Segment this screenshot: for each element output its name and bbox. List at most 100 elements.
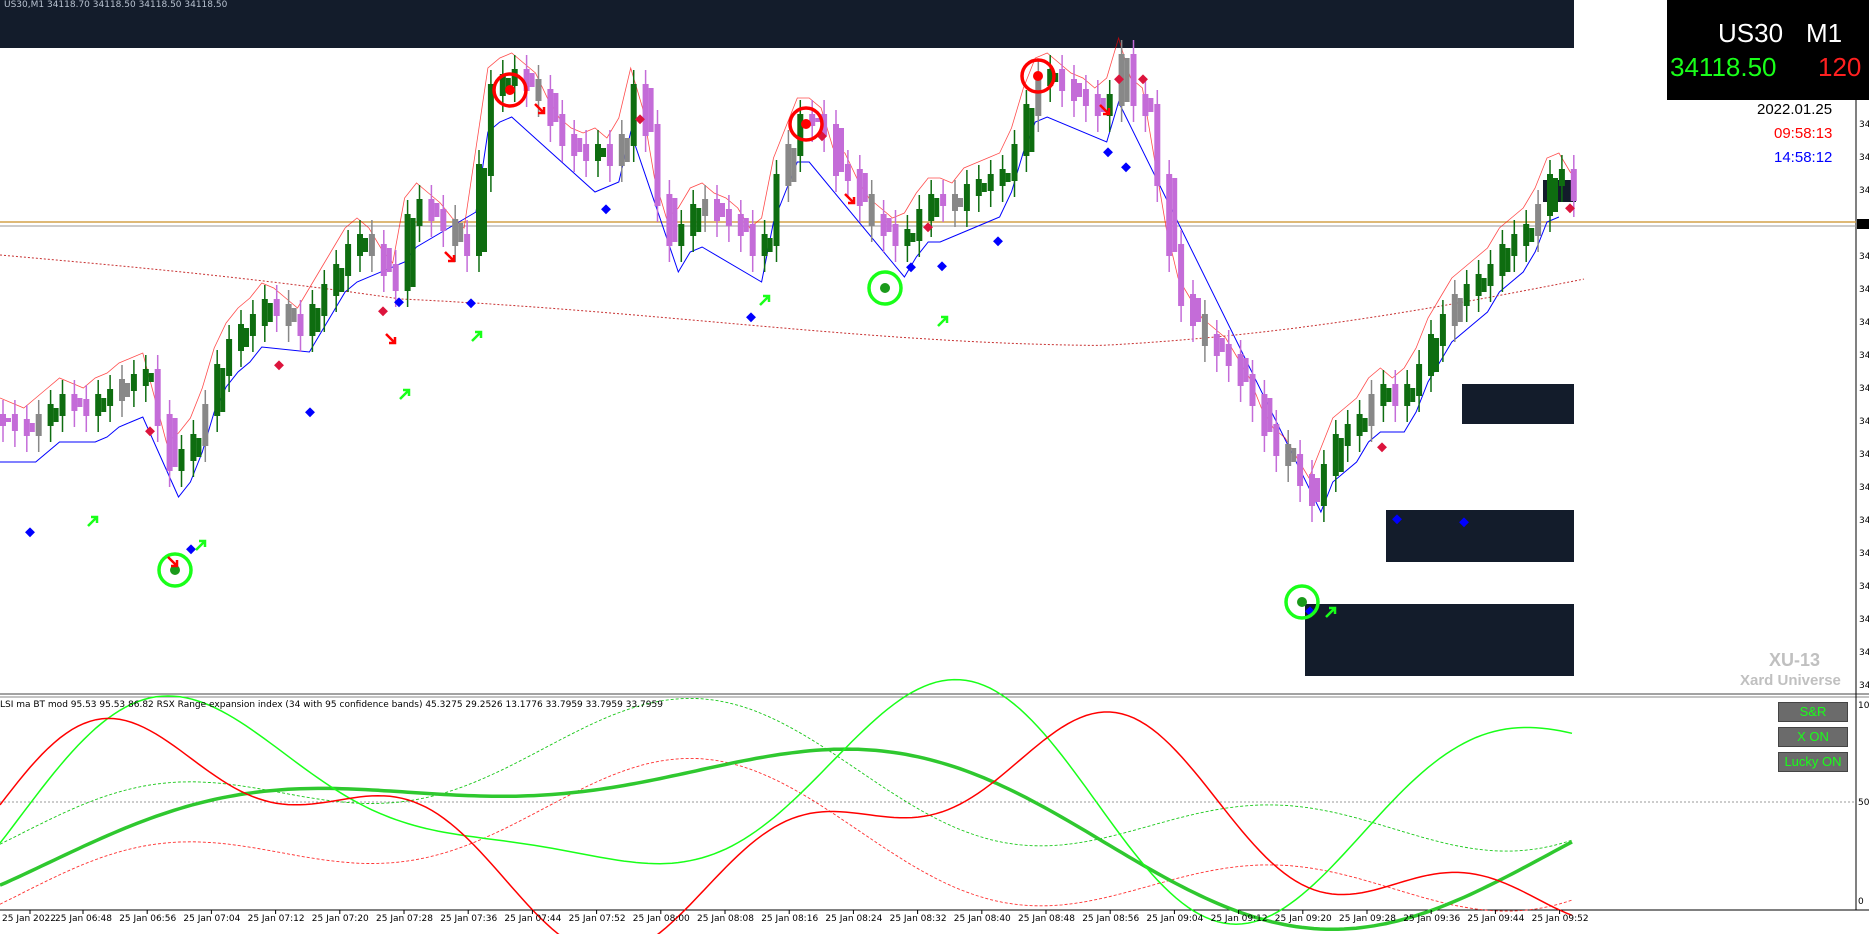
zone-panel [1386,510,1574,562]
candle-body [11,414,18,431]
candle-body [416,199,423,226]
candle-body [107,389,114,406]
candle-body [940,194,947,206]
candle-body [1428,334,1434,376]
zone-panel [0,0,1574,48]
candle-body [1130,54,1137,106]
candle-body [856,169,863,206]
candle-body [458,223,464,242]
osc-scale-label: 50 [1858,798,1869,808]
candle-body [1499,244,1506,276]
candle-body [1344,424,1351,446]
candle-body [1297,454,1304,486]
candle-body [273,299,280,316]
candle-body [785,144,792,186]
candle-body [1547,174,1553,216]
buy-signal-dot [880,283,890,293]
time-tick-label: 25 Jan 09:04 [1146,914,1203,924]
candle-body [339,268,345,292]
candle-body [862,173,868,202]
candle-body [267,303,273,322]
candle-body [440,209,447,231]
candle-body [1261,394,1268,436]
candle-body [958,198,963,207]
candle-body [1249,374,1256,406]
candle-body [1368,394,1375,426]
candle-body [1029,108,1035,152]
price-tick-label: 34 [1859,351,1869,361]
candle-body [1505,248,1511,272]
candle-body [1243,358,1249,382]
candle-body [1082,89,1089,106]
candle-body [47,404,54,426]
time-tick-label: 25 Jan 09:28 [1339,914,1396,924]
candle-body [1475,274,1482,296]
candle-body [226,339,233,376]
candle-body [1071,79,1077,101]
candle-body [297,314,304,336]
candle-body [1094,94,1101,116]
candle-body [291,308,297,322]
time-tick-label: 25 Jan 08:24 [825,914,882,924]
time-tick-label: 25 Jan 07:44 [504,914,561,924]
candle-body [1077,83,1082,97]
candle-body [952,194,958,211]
candle-body [1166,174,1173,256]
candle-body [1392,384,1399,406]
candle-body [725,209,732,226]
candle-body [630,84,637,146]
price-label: 34118.50 [1670,52,1777,82]
candle-body [83,399,90,416]
candle-body [0,414,6,426]
header-text: US30,M1 34118.70 34118.50 34118.50 34118… [4,0,228,10]
candle-body [1273,424,1280,456]
candle-body [1463,284,1470,306]
time-tick-label: 25 Jan 08:48 [1018,914,1075,924]
candle-body [642,84,649,136]
candle-body [482,168,487,252]
candle-body [1142,94,1149,116]
date-label: 2022.01.25 [1757,101,1833,118]
candle-body [1219,338,1225,352]
lucky-on-button[interactable]: Lucky ON [1778,752,1848,772]
price-tick-label: 34 [1859,450,1869,460]
buy-signal-dot [1297,597,1307,607]
candle-body [928,194,935,221]
local-time-label: 09:58:13 [1774,125,1833,142]
candle-body [654,124,661,206]
osc-scale-label: 0 [1858,897,1864,907]
candle-body [1570,169,1577,201]
price-tick-label: 34 [1859,384,1869,394]
sell-signal-dot [1033,71,1043,81]
time-tick-label: 25 Jan 07:28 [376,914,433,924]
candle-body [720,203,725,217]
candle-body [1267,398,1273,432]
candle-body [749,224,756,256]
sr-button[interactable]: S&R [1778,702,1848,722]
candle-body [1148,98,1154,112]
candle-body [702,199,709,216]
candle-body [1237,354,1244,386]
time-tick-label: 25 Jan 09:44 [1467,914,1524,924]
candle-body [981,183,987,192]
sell-signal-dot [801,119,811,129]
candle-body [148,373,154,382]
candle-body [761,234,768,256]
candle-body [767,238,773,252]
candle-body [392,264,399,291]
price-tick-label: 34 [1859,120,1869,130]
price-tick-label: 34 [1859,648,1869,658]
candle-body [1291,448,1297,462]
candle-body [868,194,875,226]
trading-chart[interactable]: 25 Jan 2022 25 Jan 06:48 25 Jan 06:56 25 Ja… [0,0,1869,934]
x-on-button[interactable]: X ON [1778,727,1848,747]
candle-body [23,419,30,436]
price-tick-label: 34 [1859,483,1869,493]
time-tick-label: 25 Jan 07:52 [569,914,626,924]
candle-body [1172,178,1178,252]
candle-body [595,144,601,161]
candle-body [1225,344,1232,366]
candle-body [487,84,494,176]
price-tick-label: 34 [1859,252,1869,262]
time-tick-label: 25 Jan 07:04 [183,914,240,924]
